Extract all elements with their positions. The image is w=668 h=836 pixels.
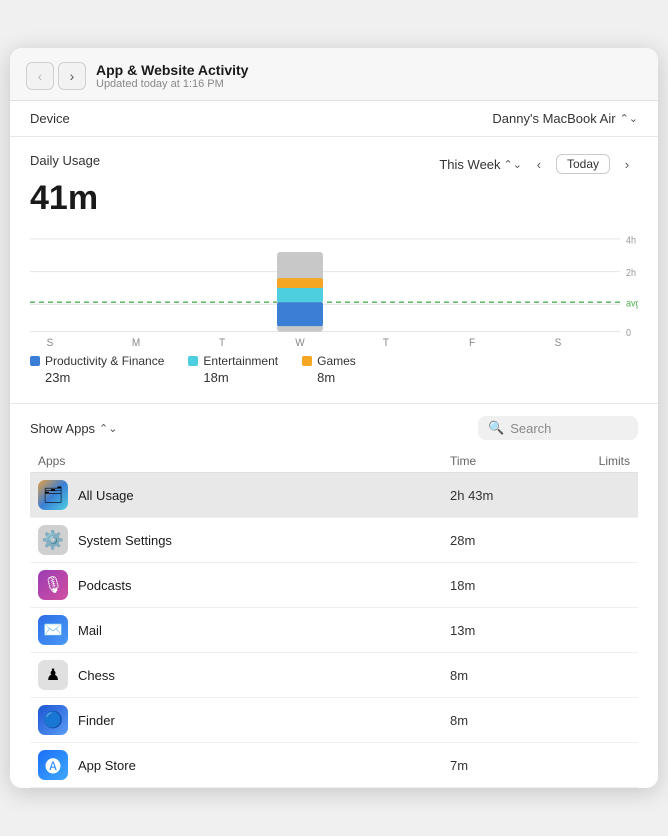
app-name-chess: Chess bbox=[78, 668, 115, 683]
legend-games: Games 8m bbox=[302, 354, 356, 385]
podcasts-icon: 🎙 bbox=[38, 570, 68, 600]
forward-button[interactable]: › bbox=[58, 62, 86, 90]
entertainment-dot bbox=[188, 356, 198, 366]
search-placeholder: Search bbox=[510, 421, 551, 436]
app-name-all-usage: All Usage bbox=[78, 488, 134, 503]
app-name-podcasts: Podcasts bbox=[78, 578, 131, 593]
nav-buttons: ‹ › bbox=[26, 62, 86, 90]
games-label: Games bbox=[317, 354, 356, 368]
app-time-finder: 8m bbox=[450, 713, 550, 728]
entertainment-time: 18m bbox=[188, 370, 278, 385]
app-row-podcasts[interactable]: 🎙 Podcasts 18m bbox=[30, 563, 638, 608]
app-time-mail: 13m bbox=[450, 623, 550, 638]
svg-text:T: T bbox=[219, 337, 226, 348]
games-time: 8m bbox=[302, 370, 356, 385]
show-apps-chevron-icon: ⌃⌄ bbox=[99, 422, 117, 435]
finder-icon: 🔵 bbox=[38, 705, 68, 735]
games-dot bbox=[302, 356, 312, 366]
app-name-mail: Mail bbox=[78, 623, 102, 638]
col-apps: Apps bbox=[38, 454, 450, 468]
today-button[interactable]: Today bbox=[556, 154, 610, 174]
app-info-podcasts: 🎙 Podcasts bbox=[38, 570, 450, 600]
app-info-chess: ♟ Chess bbox=[38, 660, 450, 690]
svg-text:S: S bbox=[555, 337, 562, 348]
week-label: This Week bbox=[439, 157, 500, 172]
table-header: Apps Time Limits bbox=[30, 450, 638, 473]
app-info-system-settings: ⚙️ System Settings bbox=[38, 525, 450, 555]
search-icon: 🔍 bbox=[488, 420, 504, 436]
productivity-dot bbox=[30, 356, 40, 366]
usage-chart: 4h 2h avg 0 S M T W bbox=[30, 228, 638, 348]
week-nav: This Week ⌃⌄ ‹ Today › bbox=[439, 153, 638, 175]
app-info-finder: 🔵 Finder bbox=[38, 705, 450, 735]
svg-text:F: F bbox=[469, 337, 475, 348]
device-selector[interactable]: Danny's MacBook Air ⌃⌄ bbox=[492, 111, 638, 126]
daily-label: Daily Usage bbox=[30, 153, 100, 168]
device-label: Device bbox=[30, 111, 70, 126]
week-selector[interactable]: This Week ⌃⌄ bbox=[439, 157, 522, 172]
device-name: Danny's MacBook Air bbox=[492, 111, 615, 126]
productivity-label: Productivity & Finance bbox=[45, 354, 164, 368]
legend-entertainment: Entertainment 18m bbox=[188, 354, 278, 385]
app-row-all-usage[interactable]: 🗂 All Usage 2h 43m bbox=[30, 473, 638, 518]
all-usage-icon: 🗂 bbox=[38, 480, 68, 510]
device-chevron-icon: ⌃⌄ bbox=[620, 112, 638, 125]
chess-icon: ♟ bbox=[38, 660, 68, 690]
svg-text:W: W bbox=[295, 337, 305, 348]
productivity-time: 23m bbox=[30, 370, 164, 385]
week-chevron-icon: ⌃⌄ bbox=[504, 158, 522, 171]
legend-productivity: Productivity & Finance 23m bbox=[30, 354, 164, 385]
app-time-chess: 8m bbox=[450, 668, 550, 683]
system-settings-icon: ⚙️ bbox=[38, 525, 68, 555]
window-title: App & Website Activity bbox=[96, 62, 642, 78]
show-apps-selector[interactable]: Show Apps ⌃⌄ bbox=[30, 421, 117, 436]
app-name-app-store: App Store bbox=[78, 758, 136, 773]
app-row-system-settings[interactable]: ⚙️ System Settings 28m bbox=[30, 518, 638, 563]
usage-section: Daily Usage This Week ⌃⌄ ‹ Today › 41m bbox=[10, 137, 658, 403]
app-store-icon: 🅐 bbox=[38, 750, 68, 780]
app-info-mail: ✉️ Mail bbox=[38, 615, 450, 645]
app-info-all-usage: 🗂 All Usage bbox=[38, 480, 450, 510]
title-block: App & Website Activity Updated today at … bbox=[96, 62, 642, 90]
search-box[interactable]: 🔍 Search bbox=[478, 416, 638, 440]
chart-svg: 4h 2h avg 0 S M T W bbox=[30, 228, 638, 348]
usage-header: Daily Usage This Week ⌃⌄ ‹ Today › bbox=[30, 153, 638, 175]
svg-text:T: T bbox=[383, 337, 390, 348]
app-name-system-settings: System Settings bbox=[78, 533, 172, 548]
device-row: Device Danny's MacBook Air ⌃⌄ bbox=[10, 101, 658, 137]
col-limits: Limits bbox=[550, 454, 630, 468]
app-row-mail[interactable]: ✉️ Mail 13m bbox=[30, 608, 638, 653]
svg-text:avg: avg bbox=[626, 297, 638, 308]
next-week-button[interactable]: › bbox=[616, 153, 638, 175]
svg-text:0: 0 bbox=[626, 327, 631, 338]
app-time-app-store: 7m bbox=[450, 758, 550, 773]
prev-week-button[interactable]: ‹ bbox=[528, 153, 550, 175]
app-row-finder[interactable]: 🔵 Finder 8m bbox=[30, 698, 638, 743]
app-time-system-settings: 28m bbox=[450, 533, 550, 548]
main-window: ‹ › App & Website Activity Updated today… bbox=[10, 48, 658, 788]
svg-text:S: S bbox=[47, 337, 54, 348]
app-time-all-usage: 2h 43m bbox=[450, 488, 550, 503]
mail-icon: ✉️ bbox=[38, 615, 68, 645]
app-row-app-store[interactable]: 🅐 App Store 7m bbox=[30, 743, 638, 788]
apps-header: Show Apps ⌃⌄ 🔍 Search bbox=[30, 416, 638, 440]
app-row-chess[interactable]: ♟ Chess 8m bbox=[30, 653, 638, 698]
svg-text:M: M bbox=[132, 337, 140, 348]
svg-text:4h: 4h bbox=[626, 234, 636, 245]
chart-legend: Productivity & Finance 23m Entertainment… bbox=[30, 354, 638, 385]
app-info-app-store: 🅐 App Store bbox=[38, 750, 450, 780]
entertainment-label: Entertainment bbox=[203, 354, 278, 368]
total-time: 41m bbox=[30, 179, 638, 218]
title-bar: ‹ › App & Website Activity Updated today… bbox=[10, 48, 658, 101]
svg-text:2h: 2h bbox=[626, 267, 636, 278]
app-name-finder: Finder bbox=[78, 713, 115, 728]
window-subtitle: Updated today at 1:16 PM bbox=[96, 78, 642, 90]
back-button[interactable]: ‹ bbox=[26, 62, 54, 90]
col-time: Time bbox=[450, 454, 550, 468]
apps-section: Show Apps ⌃⌄ 🔍 Search Apps Time Limits 🗂… bbox=[10, 404, 658, 788]
show-apps-label: Show Apps bbox=[30, 421, 95, 436]
app-time-podcasts: 18m bbox=[450, 578, 550, 593]
